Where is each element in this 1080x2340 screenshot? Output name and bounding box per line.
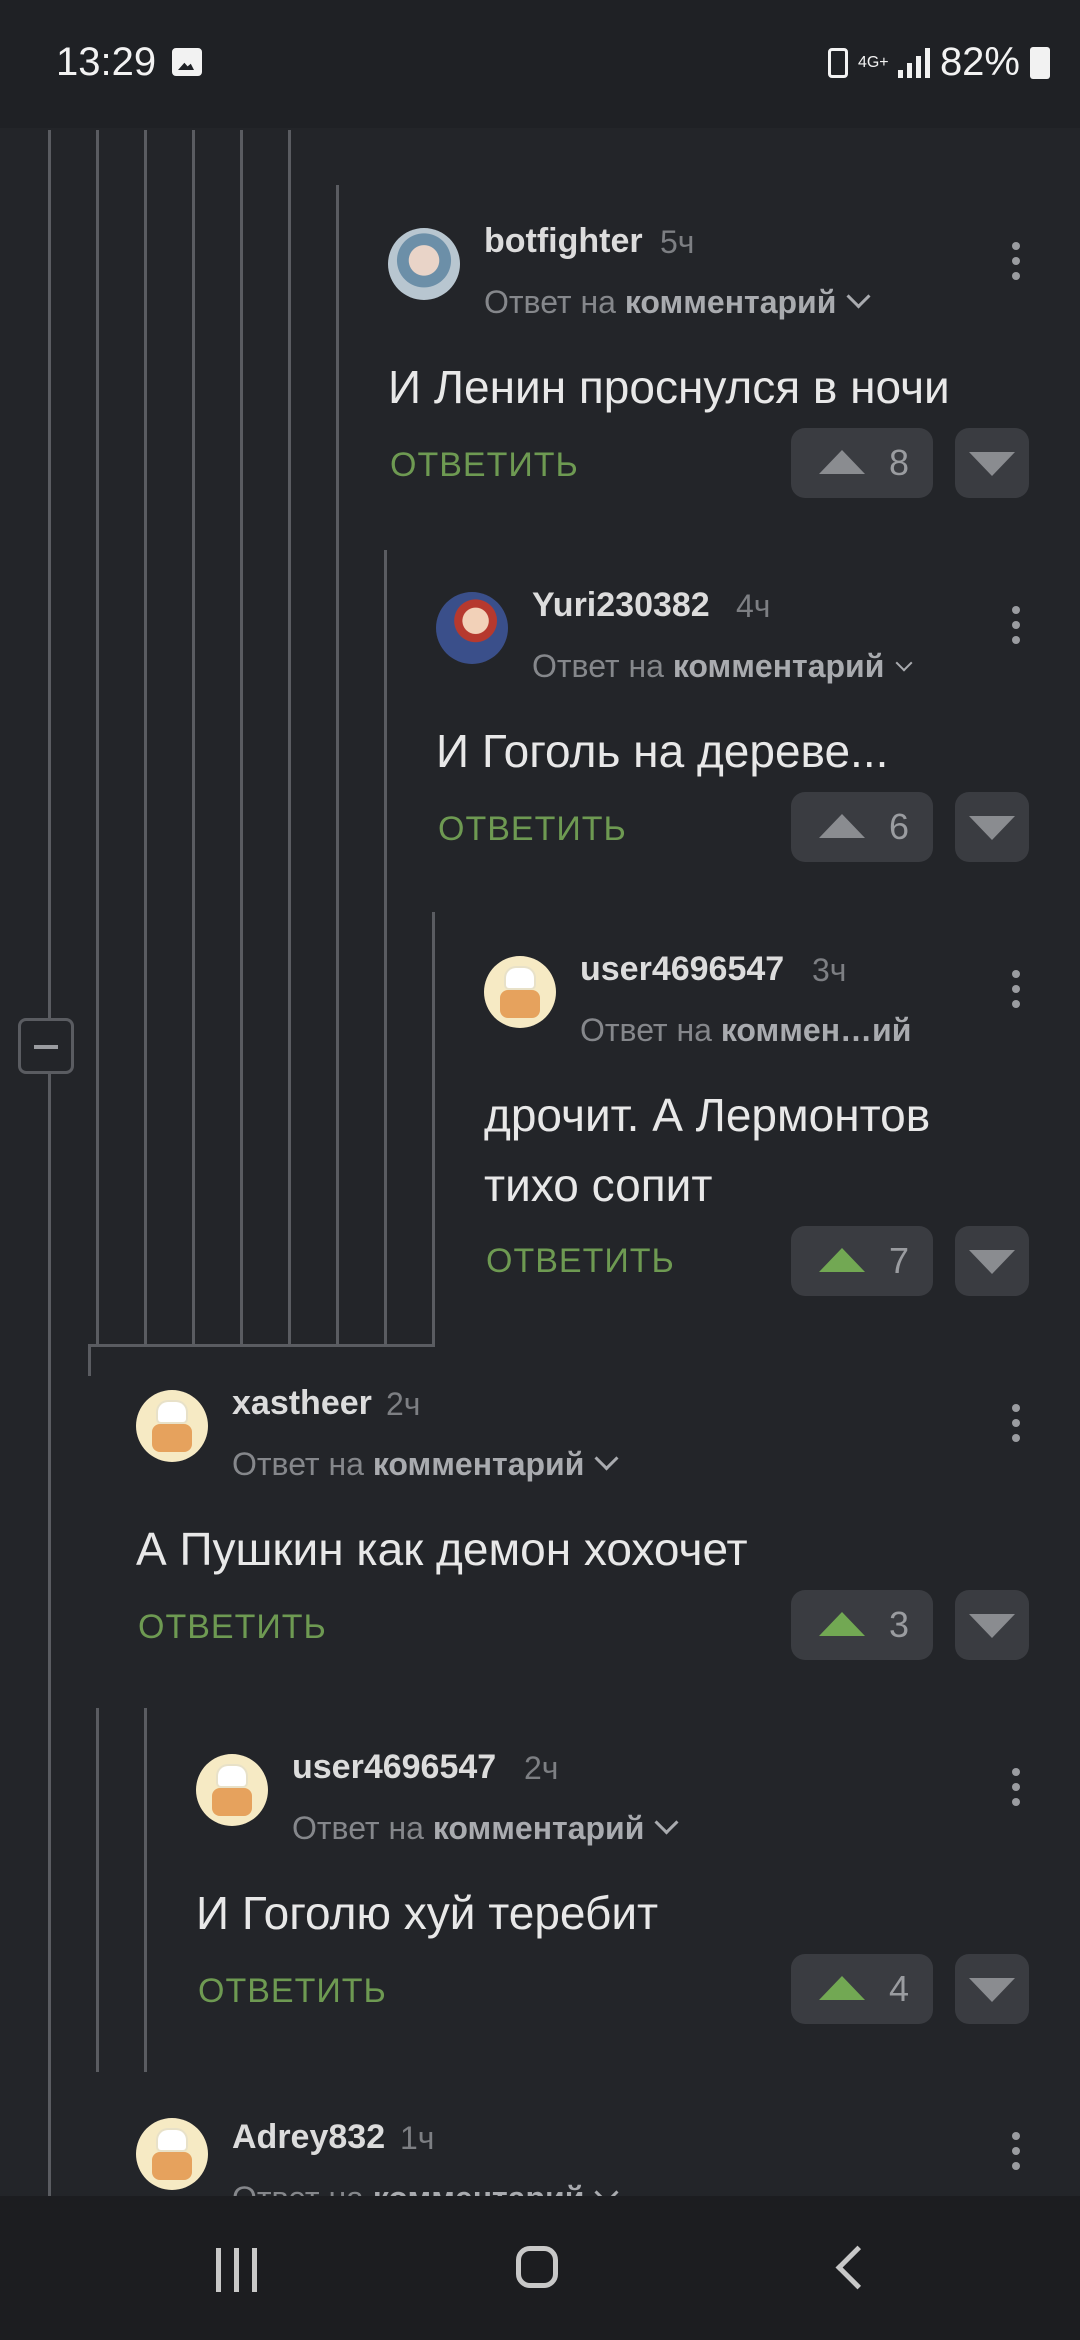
comment-author[interactable]: botfighter <box>484 222 643 261</box>
downvote-button[interactable] <box>955 792 1029 862</box>
gallery-icon <box>172 48 202 76</box>
comment-author[interactable]: Adrey832 <box>232 2118 385 2157</box>
vote-count: 8 <box>888 442 909 483</box>
arrow-up-icon <box>819 1612 865 1636</box>
comment-time: 5ч <box>660 224 695 260</box>
reply-to[interactable]: Ответ на комментарий <box>532 648 913 685</box>
comment-text: А Пушкин как демон хохочет <box>136 1523 748 1575</box>
avatar[interactable] <box>484 956 556 1028</box>
more-options-icon[interactable] <box>1012 2132 1020 2140</box>
reply-to[interactable]: Ответ на коммен…ий <box>580 1012 911 1049</box>
comment-author[interactable]: user4696547 <box>292 1748 496 1787</box>
reply-button[interactable]: ОТВЕТИТЬ <box>486 1242 675 1281</box>
more-options-icon[interactable] <box>1012 1768 1020 1776</box>
collapse-thread-button[interactable] <box>18 1018 74 1074</box>
comment-time: 2ч <box>524 1750 559 1786</box>
more-options-icon[interactable] <box>1012 1404 1020 1412</box>
reply-to[interactable]: Ответ на комментарий <box>232 2180 619 2196</box>
downvote-button[interactable] <box>955 1954 1029 2024</box>
arrow-up-icon <box>819 1976 865 2000</box>
comment-author[interactable]: user4696547 <box>580 950 784 989</box>
more-options-icon[interactable] <box>1012 606 1020 614</box>
upvote-button[interactable]: 6 <box>791 792 933 862</box>
avatar[interactable] <box>196 1754 268 1826</box>
comment-text: И Гоголю хуй теребит <box>196 1887 659 1939</box>
chevron-down-icon <box>594 1446 619 1471</box>
avatar[interactable] <box>436 592 508 664</box>
comment-time: 2ч <box>386 1386 421 1422</box>
chevron-down-icon <box>895 654 913 672</box>
battery-icon <box>1030 46 1050 79</box>
downvote-button[interactable] <box>955 428 1029 498</box>
arrow-up-icon <box>819 450 865 474</box>
status-bar: 13:29 4G+ 82% <box>0 0 1080 128</box>
reply-to[interactable]: Ответ на комментарий <box>484 284 871 321</box>
navigation-bar <box>0 2196 1080 2340</box>
comment: Yuri230382 4ч Ответ на комментарий И Гог… <box>436 586 1036 872</box>
back-icon[interactable] <box>835 2245 880 2290</box>
avatar[interactable] <box>388 228 460 300</box>
chevron-down-icon <box>846 284 871 309</box>
comment-text: дрочит. А Лермонтов тихо сопит <box>484 1089 931 1211</box>
avatar[interactable] <box>136 1390 208 1462</box>
chevron-down-icon <box>594 2180 619 2196</box>
arrow-up-icon <box>819 1248 865 1272</box>
reply-to[interactable]: Ответ на комментарий <box>232 1446 619 1483</box>
reply-button[interactable]: ОТВЕТИТЬ <box>390 446 579 485</box>
comment: Adrey832 1ч Ответ на комментарий <box>136 2118 1036 2196</box>
home-icon[interactable] <box>516 2246 558 2288</box>
more-options-icon[interactable] <box>1012 970 1020 978</box>
vote-count: 6 <box>888 806 909 847</box>
comment-text: И Ленин проснулся в ночи <box>388 361 950 413</box>
chevron-down-icon <box>654 1810 679 1835</box>
signal-icon <box>897 47 930 78</box>
reply-to[interactable]: Ответ на комментарий <box>292 1810 679 1847</box>
avatar[interactable] <box>136 2118 208 2190</box>
battery-saver-icon <box>827 47 848 78</box>
comment-author[interactable]: Yuri230382 <box>532 586 710 625</box>
more-options-icon[interactable] <box>1012 242 1020 250</box>
upvote-button[interactable]: 8 <box>791 428 933 498</box>
comment-time: 1ч <box>400 2120 435 2156</box>
battery-percent: 82% <box>939 40 1020 84</box>
vote-count: 3 <box>888 1604 909 1645</box>
comment-text: И Гоголь на дереве... <box>436 725 889 777</box>
clock: 13:29 <box>56 40 157 84</box>
reply-button[interactable]: ОТВЕТИТЬ <box>198 1972 387 2011</box>
downvote-button[interactable] <box>955 1226 1029 1296</box>
arrow-up-icon <box>819 814 865 838</box>
upvote-button[interactable]: 3 <box>791 1590 933 1660</box>
reply-button[interactable]: ОТВЕТИТЬ <box>438 810 627 849</box>
comment-author[interactable]: xastheer <box>232 1384 372 1423</box>
comment-time: 4ч <box>736 588 771 624</box>
upvote-button[interactable]: 4 <box>791 1954 933 2024</box>
network-type: 4G+ <box>857 53 889 71</box>
downvote-button[interactable] <box>955 1590 1029 1660</box>
vote-count: 4 <box>888 1968 909 2009</box>
vote-count: 7 <box>888 1240 909 1281</box>
upvote-button[interactable]: 7 <box>791 1226 933 1296</box>
comment-time: 3ч <box>812 952 847 988</box>
recents-icon[interactable] <box>216 2248 260 2292</box>
reply-button[interactable]: ОТВЕТИТЬ <box>138 1608 327 1647</box>
